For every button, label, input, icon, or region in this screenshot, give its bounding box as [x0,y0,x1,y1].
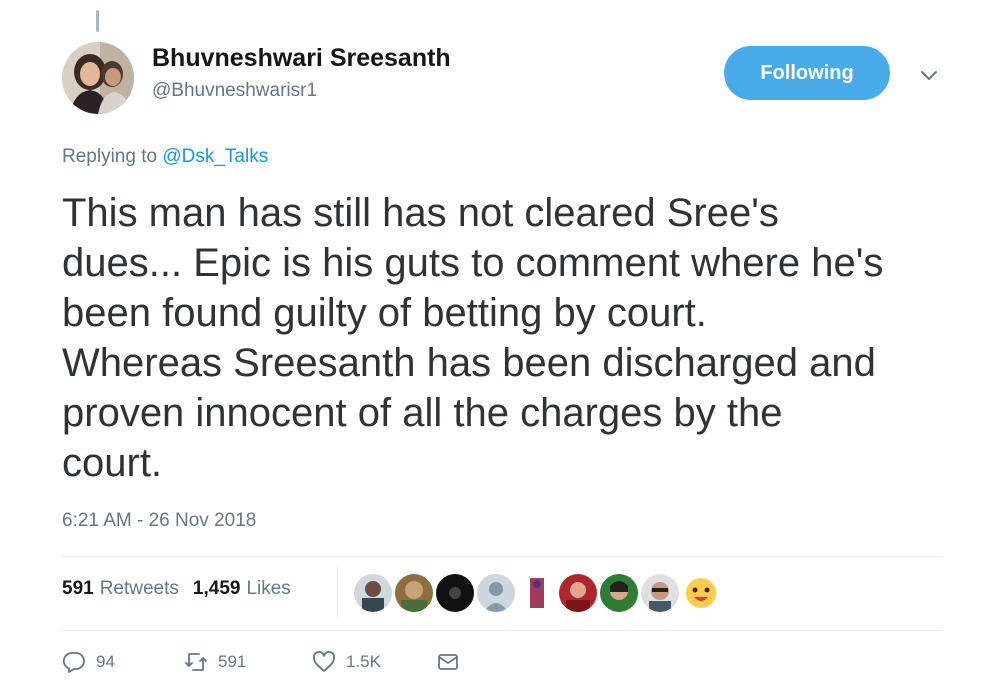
divider-top [62,556,942,557]
retweets-label: Retweets [99,578,179,599]
stats-separator [337,566,338,618]
envelope-icon [438,654,458,670]
tweet-text-line: proven innocent of all the charges by th… [62,391,783,435]
liker-avatar[interactable] [559,574,597,612]
liker-avatar[interactable] [395,574,433,612]
tweet-text-line: court. [62,441,163,485]
retweet-count: 591 [218,652,247,671]
divider-bottom [62,630,942,631]
heart-icon [313,651,335,672]
liker-avatar[interactable] [518,574,556,612]
liker-avatar[interactable] [682,574,720,612]
likes-count: 1,459 [192,578,241,599]
reply-mention-link[interactable]: @Dsk_Talks [162,146,268,167]
author-avatar[interactable] [62,42,134,114]
author-display-name[interactable]: Bhuvneshwari Sreesanth [152,44,451,73]
like-count: 1.5K [346,652,381,671]
tweet-text-line: This man has still has not cleared Sree'… [62,191,779,235]
reply-context: Replying to @Dsk_Talks [62,146,268,168]
likes-label: Likes [246,578,291,599]
like-button[interactable]: 1.5K [312,650,436,674]
liker-avatar[interactable] [436,574,474,612]
reply-context-prefix: Replying to [62,146,158,167]
author-handle[interactable]: @Bhuvneshwarisr1 [152,80,317,102]
retweets-stat[interactable]: 591 Retweets [62,578,179,600]
liker-avatar[interactable] [600,574,638,612]
tweet-actions: 94 591 1.5K [62,650,470,674]
engagement-stats: 591 Retweets 1,459 Likes [62,578,305,600]
reply-button[interactable]: 94 [62,650,184,674]
chevron-down-icon[interactable] [918,64,940,86]
reply-icon [62,652,85,673]
thread-connector-line [96,10,99,32]
tweet-text-line: Whereas Sreesanth has been discharged an… [62,341,876,385]
liker-avatar[interactable] [641,574,679,612]
tweet-text: This man has still has not cleared Sree'… [62,188,962,488]
retweet-button[interactable]: 591 [184,650,312,674]
likes-stat[interactable]: 1,459 Likes [193,578,291,600]
liker-avatar[interactable] [477,574,515,612]
tweet-text-line: been found guilty of betting by court. [62,291,707,335]
retweets-count: 591 [62,578,94,599]
retweet-icon [185,653,207,671]
tweet-timestamp[interactable]: 6:21 AM - 26 Nov 2018 [62,510,256,532]
liker-avatars [354,574,723,612]
following-button[interactable]: Following [724,46,890,100]
direct-message-button[interactable] [436,650,470,674]
tweet-text-line: dues... Epic is his guts to comment wher… [62,241,884,285]
reply-count: 94 [96,652,115,671]
liker-avatar[interactable] [354,574,392,612]
